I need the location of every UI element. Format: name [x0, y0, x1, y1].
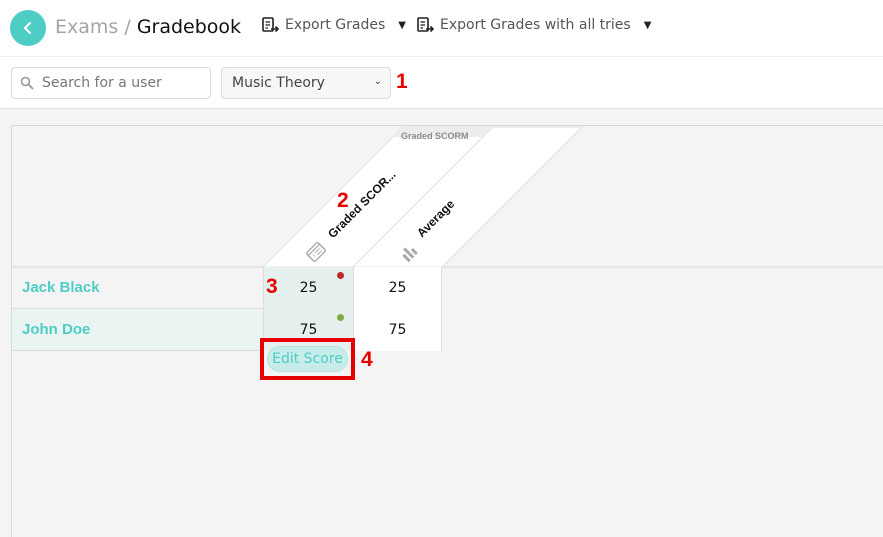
edit-score-button[interactable]: Edit Score [267, 346, 348, 372]
filter-bar: Music Theory ⌄ 1 [0, 57, 883, 109]
search-icon [20, 76, 34, 90]
caret-down-icon: ▼ [643, 19, 652, 31]
annotation-marker-4: 4 [361, 348, 373, 371]
back-button[interactable] [10, 10, 46, 46]
search-box[interactable] [11, 67, 211, 99]
student-name[interactable]: John Doe [22, 321, 90, 338]
export-grades-button[interactable]: Export Grades ▼ [262, 17, 406, 33]
page-title: Gradebook [136, 16, 242, 38]
annotation-marker-1: 1 [396, 70, 408, 93]
chevron-left-icon [24, 22, 31, 34]
score-value: 25 [299, 280, 318, 296]
table-row: John Doe 75 75 [12, 309, 442, 351]
student-name[interactable]: Jack Black [22, 279, 100, 296]
scorm-quiz-icon: ? [306, 242, 326, 262]
annotation-marker-3: 3 [266, 275, 278, 298]
bar-chart-icon [402, 247, 418, 263]
gradebook-grid: Graded SCORM ? Graded SCOR... 2 Average … [11, 125, 883, 537]
gradebook-header: Graded SCORM ? Graded SCOR... 2 Average [12, 126, 883, 268]
caret-down-icon: ▼ [398, 19, 406, 31]
average-value: 25 [388, 280, 407, 296]
edit-score-highlight: Edit Score [260, 338, 355, 380]
export-grades-all-tries-label: Export Grades with all tries [440, 17, 631, 33]
export-grades-label: Export Grades [285, 17, 386, 33]
export-grades-all-tries-button[interactable]: Export Grades with all tries ▼ [417, 17, 651, 33]
breadcrumb-separator: / [124, 16, 131, 38]
status-dot [337, 314, 344, 321]
score-value: 75 [299, 322, 318, 338]
course-select-value: Music Theory [232, 75, 325, 91]
course-select[interactable]: Music Theory ⌄ [221, 67, 391, 99]
average-cell: 25 [353, 267, 442, 309]
status-dot [337, 272, 344, 279]
average-value: 75 [388, 322, 407, 338]
top-bar: Exams / Gradebook Export Grades ▼ Export… [0, 0, 883, 57]
export-file-icon [262, 17, 280, 33]
search-input[interactable] [42, 75, 192, 91]
breadcrumb: Exams / Gradebook [55, 16, 241, 38]
average-cell: 75 [353, 309, 442, 351]
export-file-icon [417, 17, 435, 33]
annotation-marker-2: 2 [337, 189, 349, 212]
breadcrumb-exams[interactable]: Exams [55, 16, 118, 38]
chevron-down-icon: ⌄ [373, 76, 382, 87]
table-row: Jack Black 25 25 [12, 267, 442, 309]
column-group-label: Graded SCORM [401, 131, 469, 141]
